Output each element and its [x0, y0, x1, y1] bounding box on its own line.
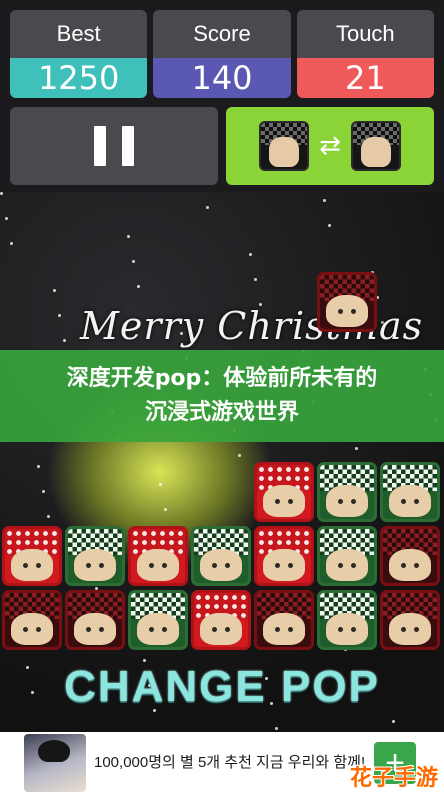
character-tile-green[interactable] [128, 590, 188, 650]
character-tile-red[interactable] [2, 526, 62, 586]
banner-line-2: 沉浸式游戏世界 [144, 400, 299, 425]
snowflake [137, 285, 140, 288]
snowflake [323, 199, 326, 202]
snowflake [63, 339, 66, 342]
watermark-logo: 花子手游 [349, 766, 438, 791]
character-tile-green[interactable] [317, 590, 377, 650]
touch-label: Touch [296, 10, 434, 58]
snowflake [249, 253, 252, 256]
character-tile-green[interactable] [65, 526, 125, 586]
character-tile-dark[interactable] [2, 590, 62, 650]
snowflake [275, 727, 278, 730]
game-screen: { "hud": { "best": {"label": "Best", "va… [0, 0, 444, 794]
stats-bar: Best 1250 Score 140 Touch 21 [10, 10, 434, 98]
ad-thumbnail[interactable] [24, 734, 86, 792]
game-board[interactable]: Merry Christmas CHANGE POP [0, 192, 444, 794]
article-banner: 深度开发pop：体验前所未有的 沉浸式游戏世界 [0, 350, 444, 442]
game-title: CHANGE POP [64, 662, 380, 711]
pause-icon [86, 126, 142, 166]
score-label: Score [153, 10, 291, 58]
snowflake [254, 278, 257, 281]
character-tile-green[interactable] [317, 462, 377, 522]
character-tile-dark[interactable] [317, 272, 377, 332]
snowflake [159, 483, 162, 486]
character-tile-green[interactable] [380, 462, 440, 522]
snowflake [53, 289, 56, 292]
pause-button[interactable] [10, 107, 218, 185]
character-tile-icon [259, 121, 310, 171]
snowflake [5, 217, 8, 220]
snowflake [37, 465, 40, 468]
snowflake [58, 314, 61, 317]
snowflake [238, 454, 241, 457]
snowflake [328, 224, 331, 227]
character-tile-dark[interactable] [380, 590, 440, 650]
best-value: 1250 [10, 58, 148, 98]
character-tile-green[interactable] [191, 526, 251, 586]
snowflake [47, 515, 50, 518]
swap-button[interactable]: ⇄ [226, 107, 434, 185]
score-stat: Score 140 [153, 10, 291, 98]
character-tile-red[interactable] [254, 462, 314, 522]
snowflake [355, 447, 358, 450]
swap-arrows-icon: ⇄ [319, 131, 341, 161]
best-label: Best [10, 10, 148, 58]
snowflake [10, 242, 13, 245]
touch-value: 21 [296, 58, 434, 98]
snowflake [164, 508, 167, 511]
character-tile-red[interactable] [254, 526, 314, 586]
banner-line-1: 深度开发pop：体验前所未有的 [66, 366, 378, 391]
score-value: 140 [153, 58, 291, 98]
character-tile-red[interactable] [191, 590, 251, 650]
character-tile-dark[interactable] [380, 526, 440, 586]
snowflake [127, 235, 130, 238]
character-tile-icon [350, 121, 401, 171]
snowflake [42, 490, 45, 493]
snowflake [0, 192, 3, 195]
character-tile-dark[interactable] [65, 590, 125, 650]
snowflake [392, 720, 395, 723]
character-tile-green[interactable] [317, 526, 377, 586]
snowflake [132, 260, 135, 263]
touch-stat: Touch 21 [296, 10, 434, 98]
character-tile-dark[interactable] [254, 590, 314, 650]
snowflake [206, 206, 209, 209]
best-stat: Best 1250 [10, 10, 148, 98]
character-tile-red[interactable] [128, 526, 188, 586]
